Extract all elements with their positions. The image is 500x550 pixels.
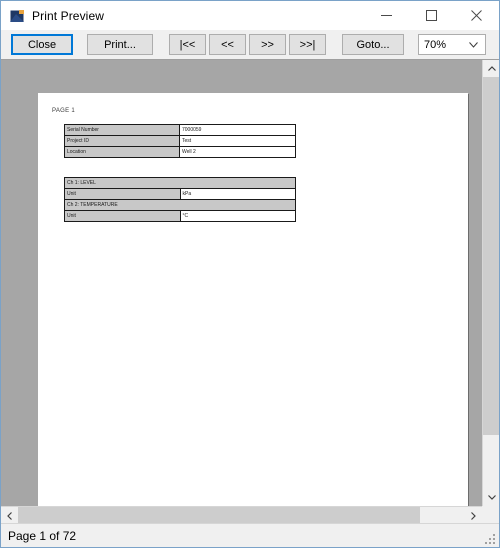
channel-label: Unit xyxy=(64,188,181,200)
table-row: Unit kPa xyxy=(64,188,296,200)
table-row: Unit °C xyxy=(64,210,296,222)
table-row: Location Well 2 xyxy=(64,146,296,158)
title-bar: Print Preview xyxy=(1,1,499,30)
goto-page-button[interactable]: Goto... xyxy=(342,34,404,55)
info-value: Test xyxy=(179,135,296,147)
close-preview-button[interactable]: Close xyxy=(11,34,73,55)
scroll-up-button[interactable] xyxy=(483,60,499,77)
close-icon xyxy=(471,10,482,21)
maximize-icon xyxy=(426,10,437,21)
table-row: Ch 1: LEVEL xyxy=(64,177,296,189)
page-status-text: Page 1 of 72 xyxy=(8,528,77,543)
maximize-button[interactable] xyxy=(409,1,454,30)
toolbar: Close Print... |<< << >> >>| Goto... 70% xyxy=(1,30,499,59)
channel-label: Unit xyxy=(64,210,181,222)
chevron-right-icon xyxy=(471,511,476,520)
zoom-level-select[interactable]: 70% xyxy=(418,34,486,55)
info-value: Well 2 xyxy=(179,146,296,158)
previous-page-button[interactable]: << xyxy=(209,34,246,55)
next-page-button[interactable]: >> xyxy=(249,34,286,55)
preview-page: PAGE 1 Serial Number 7000059 Project ID … xyxy=(38,93,468,506)
last-page-button[interactable]: >>| xyxy=(289,34,326,55)
channel-value: °C xyxy=(179,210,296,222)
vertical-scrollbar[interactable] xyxy=(482,60,499,506)
page-heading: PAGE 1 xyxy=(52,108,76,114)
chevron-left-icon xyxy=(7,511,12,520)
info-value: 7000059 xyxy=(179,124,296,136)
preview-viewport[interactable]: PAGE 1 Serial Number 7000059 Project ID … xyxy=(1,60,482,506)
table-row: Ch 2: TEMPERATURE xyxy=(64,199,296,211)
chevron-down-icon xyxy=(469,35,478,54)
horizontal-scrollbar-thumb[interactable] xyxy=(18,507,420,523)
horizontal-scrollbar[interactable] xyxy=(1,506,482,523)
preview-client-area: PAGE 1 Serial Number 7000059 Project ID … xyxy=(1,59,499,523)
scroll-down-button[interactable] xyxy=(483,489,499,506)
chevron-up-icon xyxy=(487,66,496,71)
info-label: Project ID xyxy=(64,135,180,147)
first-page-button[interactable]: |<< xyxy=(169,34,206,55)
window-title: Print Preview xyxy=(32,8,104,23)
close-button[interactable] xyxy=(454,1,499,30)
channel-section-header: Ch 1: LEVEL xyxy=(64,177,296,189)
zoom-level-value: 70% xyxy=(424,38,447,51)
channel-info-table: Ch 1: LEVEL Unit kPa Ch 2: TEMPERATURE U… xyxy=(64,177,296,222)
table-row: Serial Number 7000059 xyxy=(64,124,296,136)
image-preview-icon xyxy=(9,8,25,24)
scroll-right-button[interactable] xyxy=(465,507,482,523)
print-preview-window: Print Preview Close Print... |<< << >> >… xyxy=(0,0,500,548)
minimize-button[interactable] xyxy=(364,1,409,30)
minimize-icon xyxy=(381,15,392,16)
chevron-down-icon xyxy=(487,495,496,500)
scrollbar-corner xyxy=(482,506,499,523)
info-label: Serial Number xyxy=(64,124,180,136)
print-button[interactable]: Print... xyxy=(87,34,153,55)
vertical-scrollbar-thumb[interactable] xyxy=(483,77,499,435)
channel-section-header: Ch 2: TEMPERATURE xyxy=(64,199,296,211)
channel-value: kPa xyxy=(179,188,296,200)
info-label: Location xyxy=(64,146,180,158)
resize-grip-icon[interactable] xyxy=(484,532,496,544)
status-bar: Page 1 of 72 xyxy=(1,523,499,547)
table-row: Project ID Test xyxy=(64,135,296,147)
scroll-left-button[interactable] xyxy=(1,507,18,523)
window-controls xyxy=(364,1,499,30)
device-info-table: Serial Number 7000059 Project ID Test Lo… xyxy=(64,124,296,158)
